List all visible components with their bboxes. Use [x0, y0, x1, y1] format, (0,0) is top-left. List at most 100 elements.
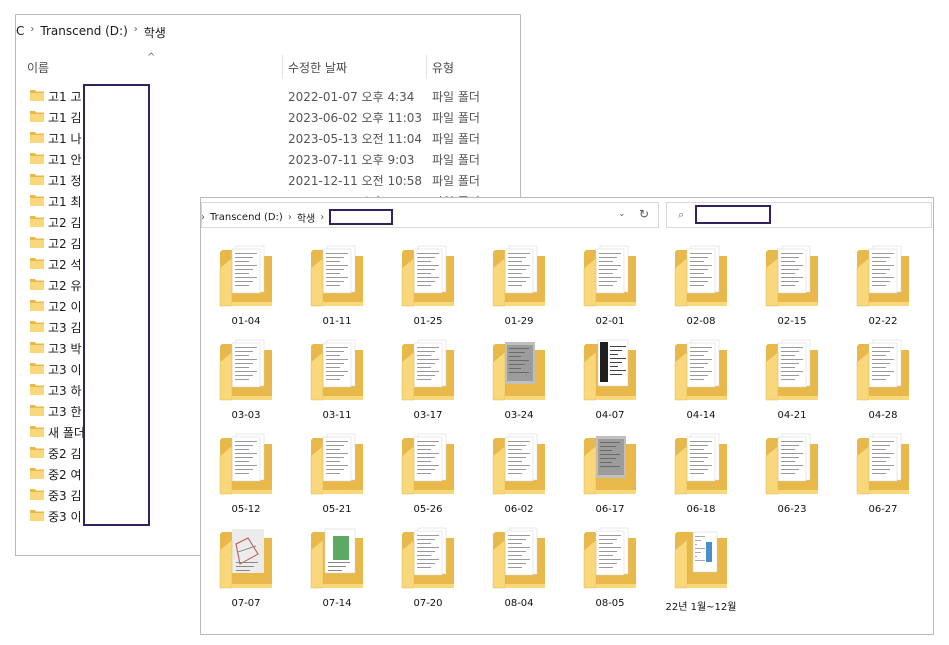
folder-item[interactable]: 03-17 — [393, 336, 463, 426]
folder-item[interactable]: 07-14 — [302, 524, 372, 614]
folder-label: 03-17 — [413, 410, 443, 421]
folder-item[interactable]: 06-02 — [484, 430, 554, 520]
column-header-type[interactable]: 유형 — [432, 59, 454, 76]
breadcrumb-item[interactable]: Transcend (D:) — [40, 24, 127, 41]
folder-label: 02-08 — [686, 316, 716, 327]
modified-date: 2023-06-02 오후 11:03 — [288, 111, 423, 125]
search-icon: ⌕ — [678, 208, 685, 221]
folder-item[interactable]: 03-03 — [211, 336, 281, 426]
file-name: 고2 석 — [48, 258, 82, 272]
file-name: 고1 고 — [48, 90, 82, 104]
folder-label: 03-03 — [231, 410, 261, 421]
column-divider[interactable] — [426, 55, 427, 79]
folder-item[interactable]: 04-28 — [848, 336, 918, 426]
folder-item[interactable]: 01-04 — [211, 242, 281, 332]
folder-label: 05-26 — [413, 504, 443, 515]
file-type: 파일 폴더 — [432, 174, 480, 188]
folder-item[interactable]: 03-24 — [484, 336, 554, 426]
file-name: 고3 이 — [48, 363, 82, 377]
file-name: 고3 하 — [48, 384, 82, 398]
folder-icon — [30, 110, 44, 122]
folder-item[interactable]: 01-25 — [393, 242, 463, 332]
breadcrumb-item[interactable]: C — [16, 24, 24, 41]
search-input[interactable]: ⌕ — [666, 202, 932, 228]
folder-item[interactable]: 02-15 — [757, 242, 827, 332]
folder-item[interactable]: 22년 1월~12월 — [666, 524, 736, 614]
folder-icon — [30, 131, 44, 143]
folder-label: 01-29 — [504, 316, 534, 327]
folder-item[interactable]: 01-29 — [484, 242, 554, 332]
file-name: 중2 김 — [48, 447, 82, 461]
file-name: 고2 이 — [48, 300, 82, 314]
file-type: 파일 폴더 — [432, 111, 480, 125]
folder-label: 04-14 — [686, 410, 716, 421]
chevron-right-icon: › — [201, 211, 205, 223]
folder-item[interactable]: 05-26 — [393, 430, 463, 520]
folder-label: 08-04 — [504, 598, 534, 609]
column-header-name[interactable]: 이름 — [27, 59, 49, 76]
folder-item[interactable]: 07-20 — [393, 524, 463, 614]
file-name: 고2 김 — [48, 237, 82, 251]
redaction-box — [329, 209, 394, 225]
folder-item[interactable]: 04-07 — [575, 336, 645, 426]
folder-item[interactable]: 05-12 — [211, 430, 281, 520]
front-breadcrumb: › Transcend (D:) › 학생 › — [201, 209, 394, 225]
file-name: 고3 한 — [48, 405, 82, 419]
folder-item[interactable]: 01-11 — [302, 242, 372, 332]
folder-label: 06-18 — [686, 504, 716, 515]
folder-item[interactable]: 05-21 — [302, 430, 372, 520]
folder-icon — [30, 299, 44, 311]
folder-item[interactable]: 03-11 — [302, 336, 372, 426]
folder-item[interactable]: 04-14 — [666, 336, 736, 426]
modified-date: 2023-07-11 오후 9:03 — [288, 153, 415, 167]
modified-date: 2021-12-11 오전 10:58 — [288, 174, 423, 188]
column-header-date[interactable]: 수정한 날짜 — [288, 59, 347, 76]
folder-label: 22년 1월~12월 — [665, 602, 737, 613]
folder-icon — [30, 362, 44, 374]
breadcrumb-item[interactable]: 학생 — [297, 210, 315, 225]
folder-item[interactable]: 07-07 — [211, 524, 281, 614]
folder-label: 03-24 — [504, 410, 534, 421]
modified-date: 2023-05-13 오전 11:04 — [288, 132, 423, 146]
folder-item[interactable]: 02-08 — [666, 242, 736, 332]
folder-icon — [30, 257, 44, 269]
folder-item[interactable]: 02-01 — [575, 242, 645, 332]
file-name: 고1 정 — [48, 174, 82, 188]
folder-icon — [30, 89, 44, 101]
back-address-bar[interactable]: C › Transcend (D:) › 학생 — [16, 15, 520, 47]
back-breadcrumb: C › Transcend (D:) › 학생 — [16, 24, 166, 41]
breadcrumb-item[interactable]: Transcend (D:) — [210, 212, 283, 223]
folder-label: 06-27 — [868, 504, 898, 515]
folder-item[interactable]: 02-22 — [848, 242, 918, 332]
column-divider[interactable] — [282, 55, 283, 79]
redaction-box — [695, 205, 771, 224]
folder-label: 04-28 — [868, 410, 898, 421]
folder-icon — [30, 446, 44, 458]
refresh-icon[interactable]: ↻ — [639, 207, 649, 221]
folder-label: 05-21 — [322, 504, 352, 515]
folder-label: 08-05 — [595, 598, 625, 609]
folder-label: 07-14 — [322, 598, 352, 609]
file-type: 파일 폴더 — [432, 132, 480, 146]
folder-item[interactable]: 06-27 — [848, 430, 918, 520]
folder-label: 04-21 — [777, 410, 807, 421]
folder-icon — [30, 236, 44, 248]
folder-label: 07-20 — [413, 598, 443, 609]
chevron-right-icon: › — [320, 211, 325, 223]
folder-item[interactable]: 08-05 — [575, 524, 645, 614]
folder-label: 01-25 — [413, 316, 443, 327]
folder-label: 02-22 — [868, 316, 898, 327]
folder-item[interactable]: 06-17 — [575, 430, 645, 520]
file-type: 파일 폴더 — [432, 90, 480, 104]
file-type: 파일 폴더 — [432, 153, 480, 167]
folder-item[interactable]: 08-04 — [484, 524, 554, 614]
folder-icon — [30, 194, 44, 206]
folder-label: 01-04 — [231, 316, 261, 327]
folder-icon — [30, 488, 44, 500]
chevron-down-icon[interactable]: ⌄ — [618, 209, 626, 219]
folder-item[interactable]: 04-21 — [757, 336, 827, 426]
folder-icon — [30, 320, 44, 332]
folder-item[interactable]: 06-23 — [757, 430, 827, 520]
breadcrumb-item[interactable]: 학생 — [144, 24, 166, 41]
folder-item[interactable]: 06-18 — [666, 430, 736, 520]
